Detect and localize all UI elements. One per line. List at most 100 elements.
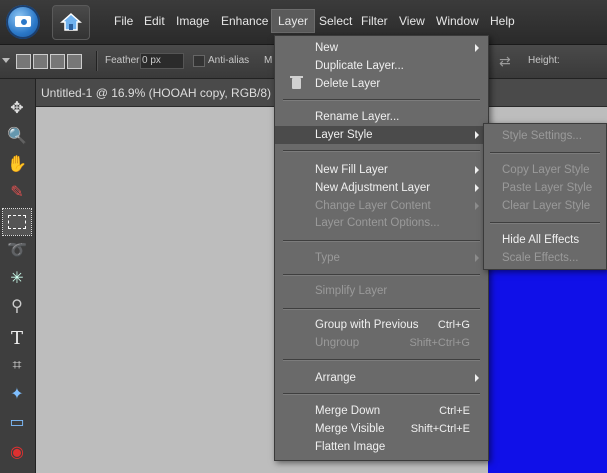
feather-input[interactable]: 0 px [140,53,184,69]
home-button[interactable] [52,5,90,40]
menu-item-shortcut: Ctrl+E [439,405,470,417]
submenu-item-hide-all-effects[interactable]: Hide All Effects [484,231,606,249]
menu-item-flatten-image[interactable]: Flatten Image [275,438,488,456]
menu-item-group-with-previous[interactable]: Group with Previous Ctrl+G [275,316,488,334]
add-selection-icon[interactable] [33,54,48,69]
menu-item-delete-layer[interactable]: Delete Layer [275,75,488,93]
menu-item-type[interactable]: Type [275,249,488,267]
menu-item-rename-layer[interactable]: Rename Layer... [275,108,488,126]
menu-item-label: Merge Down [315,405,381,417]
submenu-arrow-icon [475,254,479,262]
home-icon [60,12,82,31]
menu-select[interactable]: Select [313,10,358,32]
submenu-item-label: Paste Layer Style [502,182,593,194]
menu-help[interactable]: Help [484,10,521,32]
menu-item-label: Layer Style [315,129,373,141]
selection-brush-tool-icon[interactable]: ⚲ [3,293,31,319]
feather-value: 0 px [142,55,161,66]
submenu-arrow-icon [475,131,479,139]
mode-label: M [264,55,273,66]
selection-mode-icons [16,54,84,72]
feather-label: Feather: [105,55,143,66]
menu-item-layer-style[interactable]: Layer Style [275,126,488,144]
menu-layer[interactable]: Layer [271,9,316,33]
menu-item-new-adjustment-layer[interactable]: New Adjustment Layer [275,179,488,197]
cookie-cutter-tool-icon[interactable]: ✦ [3,381,31,407]
intersect-selection-icon[interactable] [67,54,82,69]
new-selection-icon[interactable] [16,54,31,69]
straighten-tool-icon[interactable]: ▭ [3,409,31,435]
submenu-item-scale-effects[interactable]: Scale Effects... [484,249,606,267]
trash-icon [290,76,303,89]
menu-item-label: Layer Content Options... [315,217,440,229]
lasso-tool-icon[interactable]: ➰ [3,237,31,263]
menu-item-label: Change Layer Content [315,200,431,212]
anti-alias-checkbox[interactable] [193,55,205,67]
document-image[interactable] [488,264,607,473]
menu-item-shortcut: Shift+Ctrl+E [410,423,470,435]
submenu-arrow-icon [475,44,479,52]
move-tool-icon[interactable]: ✥ [3,95,31,121]
menu-file[interactable]: File [108,10,139,32]
submenu-item-label: Scale Effects... [502,252,579,264]
submenu-arrow-icon [475,374,479,382]
menu-item-ungroup[interactable]: Ungroup Shift+Ctrl+G [275,334,488,352]
layer-menu-dropdown: New Duplicate Layer... Delete Layer Rena… [274,35,489,461]
menu-item-merge-visible[interactable]: Merge Visible Shift+Ctrl+E [275,420,488,438]
height-label: Height: [528,55,560,66]
menu-edit[interactable]: Edit [138,10,171,32]
divider [96,51,98,71]
menu-separator [283,308,480,310]
menu-item-label: Arrange [315,372,356,384]
menu-item-simplify-layer[interactable]: Simplify Layer [275,282,488,300]
menu-item-label: Group with Previous [315,319,419,331]
crop-tool-icon[interactable]: ⌗ [3,353,31,379]
menu-item-label: Rename Layer... [315,111,400,123]
submenu-item-copy-layer-style[interactable]: Copy Layer Style [484,161,606,179]
menu-separator [490,152,600,154]
submenu-arrow-icon [475,184,479,192]
eyedropper-tool-icon[interactable]: ✎ [3,179,31,205]
type-tool-icon[interactable]: T [3,325,31,351]
menu-item-label: Merge Visible [315,423,385,435]
menu-enhance[interactable]: Enhance [215,10,274,32]
menu-item-arrange[interactable]: Arrange [275,369,488,387]
menu-separator [283,274,480,276]
red-eye-tool-icon[interactable]: ◉ [3,439,31,465]
app-logo-icon[interactable] [6,5,40,39]
menu-item-label: Simplify Layer [315,285,388,297]
swap-dimensions-icon[interactable]: ⇄ [499,53,511,70]
toolbox: ✥ 🔍 ✋ ✎ ➰ ✳ ⚲ T ⌗ ✦ ▭ ◉ [0,79,36,473]
magic-wand-tool-icon[interactable]: ✳ [3,265,31,291]
menu-item-label: New Fill Layer [315,164,388,176]
menu-separator [283,240,480,242]
menu-item-new[interactable]: New [275,39,488,57]
menu-item-label: Delete Layer [315,78,381,90]
submenu-item-clear-layer-style[interactable]: Clear Layer Style [484,197,606,215]
menu-item-merge-down[interactable]: Merge Down Ctrl+E [275,402,488,420]
submenu-item-label: Hide All Effects [502,234,580,246]
menu-separator [283,359,480,361]
subtract-selection-icon[interactable] [50,54,65,69]
layer-style-submenu: Style Settings... Copy Layer Style Paste… [483,123,607,270]
submenu-item-label: Copy Layer Style [502,164,590,176]
submenu-item-style-settings[interactable]: Style Settings... [484,127,606,145]
hand-tool-icon[interactable]: ✋ [3,151,31,177]
menu-view[interactable]: View [393,10,431,32]
menu-item-change-layer-content[interactable]: Change Layer Content [275,197,488,215]
menu-item-layer-content-options[interactable]: Layer Content Options... [275,214,488,232]
menu-item-label: Ungroup [315,337,360,349]
submenu-item-label: Style Settings... [502,130,582,142]
menu-item-label: Type [315,252,340,264]
tool-preset-arrow-icon[interactable] [2,58,10,63]
submenu-item-paste-layer-style[interactable]: Paste Layer Style [484,179,606,197]
menu-item-label: Flatten Image [315,441,386,453]
zoom-tool-icon[interactable]: 🔍 [3,123,31,149]
menu-item-duplicate-layer[interactable]: Duplicate Layer... [275,57,488,75]
menu-item-shortcut: Ctrl+G [437,319,470,331]
menu-window[interactable]: Window [430,10,485,32]
menu-image[interactable]: Image [170,10,215,32]
marquee-tool-icon[interactable] [2,208,32,236]
menu-item-new-fill-layer[interactable]: New Fill Layer [275,161,488,179]
menu-filter[interactable]: Filter [355,10,394,32]
